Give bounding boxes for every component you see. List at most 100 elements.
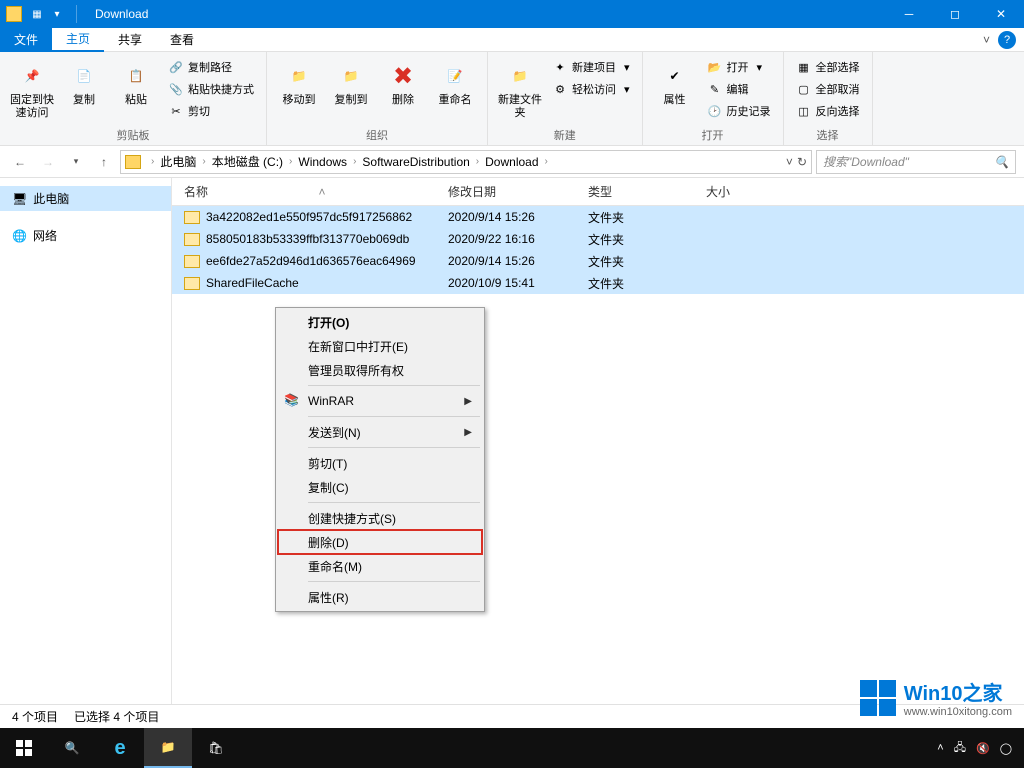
help-icon[interactable]: ? (998, 31, 1016, 49)
ctx-properties[interactable]: 属性(R) (278, 585, 482, 609)
folder-icon (125, 155, 141, 169)
minimize-button[interactable]: ─ (886, 0, 932, 28)
properties-button[interactable]: ✔属性 (651, 56, 699, 107)
qat-dropdown[interactable]: ▾ (48, 5, 66, 23)
select-all-button[interactable]: ▦全部选择 (792, 56, 864, 78)
volume-tray-icon[interactable]: 🔇 (976, 742, 990, 755)
pin-quick-access-button[interactable]: 📌 固定到快速访问 (8, 56, 56, 120)
search-button[interactable]: 🔍 (48, 728, 96, 768)
recent-dropdown[interactable]: ▾ (64, 150, 88, 174)
edge-button[interactable]: e (96, 728, 144, 768)
store-button[interactable]: 🛍 (192, 728, 240, 768)
tab-file[interactable]: 文件 (0, 28, 52, 52)
tab-view[interactable]: 查看 (156, 28, 208, 52)
ribbon: 📌 固定到快速访问 📄 复制 📋 粘贴 🔗复制路径 📎粘贴快捷方式 ✂剪切 剪贴… (0, 52, 1024, 146)
navigation-pane: 🖥 此电脑 🌐 网络 (0, 178, 172, 704)
crumb-item[interactable]: Windows (298, 155, 347, 169)
ctx-create-shortcut[interactable]: 创建快捷方式(S) (278, 506, 482, 530)
col-date[interactable]: 修改日期 (436, 183, 576, 200)
new-item-button[interactable]: ✦新建项目▾ (548, 56, 634, 78)
ribbon-collapse-icon[interactable]: ˅ (983, 33, 990, 47)
system-tray: ˄ 🖧 🔇 ◯ (937, 739, 1024, 758)
refresh-icon[interactable]: ↻ (797, 155, 807, 169)
forward-button[interactable]: → (36, 150, 60, 174)
tab-share[interactable]: 共享 (104, 28, 156, 52)
new-folder-button[interactable]: 📁新建文件夹 (496, 56, 544, 120)
winrar-icon: 📚 (284, 393, 300, 409)
group-new-label: 新建 (496, 125, 634, 143)
newfolder-icon: 📁 (504, 60, 536, 92)
explorer-button[interactable]: 📁 (144, 728, 192, 768)
crumb-item[interactable]: Download (485, 155, 538, 169)
up-button[interactable]: ↑ (92, 150, 116, 174)
ctx-take-ownership[interactable]: 管理员取得所有权 (278, 358, 482, 382)
col-type[interactable]: 类型 (576, 183, 694, 200)
close-button[interactable]: ✕ (978, 0, 1024, 28)
cut-button[interactable]: ✂剪切 (164, 100, 258, 122)
crumb-item[interactable]: 本地磁盘 (C:) (212, 153, 283, 170)
delete-icon: ✖ (387, 60, 419, 92)
column-headers: 名称˄ 修改日期 类型 大小 (172, 178, 1024, 206)
rename-button[interactable]: 📝重命名 (431, 56, 479, 107)
easy-access-button[interactable]: ⚙轻松访问▾ (548, 78, 634, 100)
file-row[interactable]: ee6fde27a52d946d1d636576eac64969 2020/9/… (172, 250, 1024, 272)
ctx-copy[interactable]: 复制(C) (278, 475, 482, 499)
qat-item[interactable]: ▦ (28, 5, 46, 23)
maximize-button[interactable]: ◻ (932, 0, 978, 28)
paste-button[interactable]: 📋 粘贴 (112, 56, 160, 107)
dropdown-icon[interactable]: ˅ (786, 155, 793, 169)
taskbar: 🔍 e 📁 🛍 ˄ 🖧 🔇 ◯ (0, 728, 1024, 768)
copyto-icon: 📁 (335, 60, 367, 92)
file-row[interactable]: SharedFileCache 2020/10/9 15:41 文件夹 (172, 272, 1024, 294)
edit-button[interactable]: ✎编辑 (703, 78, 775, 100)
breadcrumb-box[interactable]: › 此电脑› 本地磁盘 (C:)› Windows› SoftwareDistr… (120, 150, 812, 174)
copy-button[interactable]: 📄 复制 (60, 56, 108, 107)
ctx-cut[interactable]: 剪切(T) (278, 451, 482, 475)
select-none-button[interactable]: ▢全部取消 (792, 78, 864, 100)
col-size[interactable]: 大小 (694, 183, 774, 200)
open-button[interactable]: 📂打开▾ (703, 56, 775, 78)
invert-selection-button[interactable]: ◫反向选择 (792, 100, 864, 122)
back-button[interactable]: ← (8, 150, 32, 174)
ctx-rename[interactable]: 重命名(M) (278, 554, 482, 578)
network-tray-icon[interactable]: 🖧 (954, 739, 966, 758)
ctx-send-to[interactable]: 发送到(N)▶ (278, 420, 482, 444)
ctx-open[interactable]: 打开(O) (278, 310, 482, 334)
copy-to-button[interactable]: 📁复制到 (327, 56, 375, 107)
search-input[interactable]: 搜索"Download" 🔍 (816, 150, 1016, 174)
ime-icon[interactable]: ◯ (1000, 742, 1012, 755)
file-row[interactable]: 858050183b53339ffbf313770eb069db 2020/9/… (172, 228, 1024, 250)
delete-button[interactable]: ✖删除 (379, 56, 427, 107)
search-icon: 🔍 (994, 155, 1009, 169)
newitem-icon: ✦ (552, 59, 568, 75)
crumb-item[interactable]: 此电脑 (160, 153, 196, 170)
ctx-open-new-window[interactable]: 在新窗口中打开(E) (278, 334, 482, 358)
copy-path-button[interactable]: 🔗复制路径 (164, 56, 258, 78)
shortcut-icon: 📎 (168, 81, 184, 97)
folder-icon (6, 6, 22, 22)
ctx-winrar[interactable]: 📚WinRAR▶ (278, 389, 482, 413)
computer-icon: 🖥 (12, 192, 27, 206)
move-to-button[interactable]: 📁移动到 (275, 56, 323, 107)
tab-home[interactable]: 主页 (52, 28, 104, 52)
network-icon: 🌐 (12, 229, 27, 243)
nav-this-pc[interactable]: 🖥 此电脑 (0, 186, 171, 211)
group-open-label: 打开 (651, 125, 775, 143)
crumb-item[interactable]: SoftwareDistribution (362, 155, 469, 169)
context-menu: 打开(O) 在新窗口中打开(E) 管理员取得所有权 📚WinRAR▶ 发送到(N… (275, 307, 485, 612)
history-button[interactable]: 🕑历史记录 (703, 100, 775, 122)
selectall-icon: ▦ (796, 59, 812, 75)
start-button[interactable] (0, 728, 48, 768)
easyaccess-icon: ⚙ (552, 81, 568, 97)
file-row[interactable]: 3a422082ed1e550f957dc5f917256862 2020/9/… (172, 206, 1024, 228)
paste-shortcut-button[interactable]: 📎粘贴快捷方式 (164, 78, 258, 100)
col-name[interactable]: 名称˄ (172, 183, 436, 200)
watermark-url: www.win10xitong.com (904, 706, 1012, 718)
ctx-delete[interactable]: 删除(D) (278, 530, 482, 554)
selectnone-icon: ▢ (796, 81, 812, 97)
folder-icon (184, 277, 200, 290)
rename-icon: 📝 (439, 60, 471, 92)
group-select-label: 选择 (792, 125, 864, 143)
tray-up-icon[interactable]: ˄ (937, 742, 943, 754)
nav-network[interactable]: 🌐 网络 (0, 223, 171, 248)
